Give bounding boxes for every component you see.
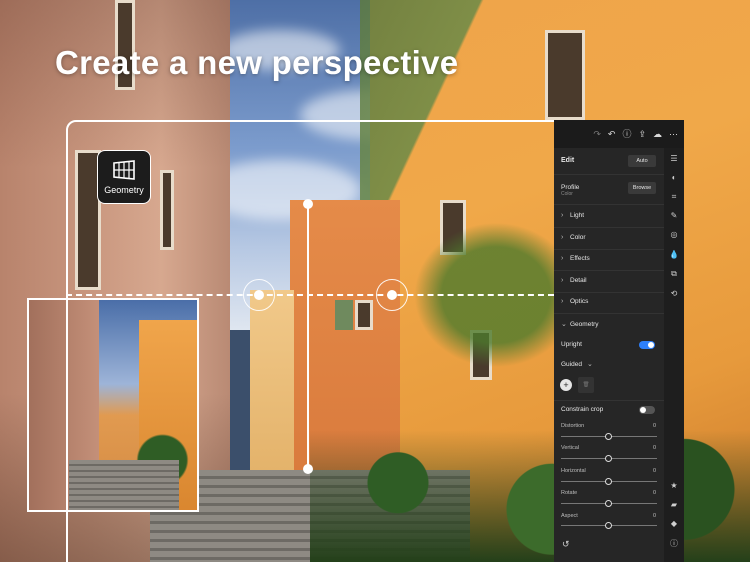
star-icon[interactable]: ★ xyxy=(666,481,682,490)
guide-handle[interactable] xyxy=(303,199,313,209)
chevron-right-icon: › xyxy=(561,234,564,241)
slider-thumb[interactable] xyxy=(605,522,612,529)
vertical-guide[interactable] xyxy=(307,203,309,469)
chevron-down-icon: ⌄ xyxy=(586,361,593,368)
heal-icon[interactable]: 💧 xyxy=(666,250,682,259)
guide-handle[interactable] xyxy=(303,464,313,474)
upright-mode-select[interactable]: Guided ⌄ xyxy=(561,360,658,369)
geometry-badge-label: Geometry xyxy=(104,185,144,195)
geometry-grid-icon xyxy=(113,160,135,180)
upright-label: Upright xyxy=(561,341,582,348)
slider-thumb[interactable] xyxy=(605,478,612,485)
chevron-right-icon: › xyxy=(561,277,564,284)
section-color[interactable]: › Color xyxy=(561,234,658,241)
chevron-right-icon: › xyxy=(561,298,564,305)
profile-value: Color xyxy=(561,191,573,197)
horizontal-guide[interactable] xyxy=(66,294,554,296)
section-detail[interactable]: › Detail xyxy=(561,277,658,284)
crop-icon[interactable]: ⌗ xyxy=(666,192,682,202)
profile-label: Profile xyxy=(561,184,580,191)
guide-handle[interactable] xyxy=(254,290,264,300)
share-icon[interactable]: ⇪ xyxy=(638,129,646,139)
history-icon[interactable]: ⟲ xyxy=(666,289,682,298)
constrain-crop-toggle[interactable] xyxy=(639,406,655,414)
more-icon[interactable]: ⋯ xyxy=(669,129,678,139)
section-light[interactable]: › Light xyxy=(561,212,658,219)
radial-icon[interactable]: ◎ xyxy=(666,230,682,239)
cloud-icon[interactable]: ☁ xyxy=(653,129,662,139)
upright-mode-value: Guided xyxy=(561,360,582,368)
sliders-icon[interactable]: ☰ xyxy=(666,154,682,163)
brush-icon[interactable]: ✎ xyxy=(666,211,682,220)
upright-toggle[interactable] xyxy=(639,341,655,349)
edit-panel-content: Edit Auto Profile Color Browse › Light ›… xyxy=(554,148,664,562)
auto-button[interactable]: Auto xyxy=(628,155,656,167)
tag-icon[interactable]: ◆ xyxy=(666,519,682,528)
section-geometry[interactable]: ⌄ Geometry xyxy=(561,320,658,329)
browse-button[interactable]: Browse xyxy=(628,182,656,194)
comment-icon[interactable]: ▰ xyxy=(666,500,682,509)
delete-guide-button[interactable]: 🗑 xyxy=(578,377,594,393)
chevron-right-icon: › xyxy=(561,255,564,262)
panel-title: Edit xyxy=(561,157,575,164)
slider-thumb[interactable] xyxy=(605,433,612,440)
undo-icon[interactable]: ↶ xyxy=(608,129,616,139)
constrain-crop-label: Constrain crop xyxy=(561,406,604,413)
circle-half-icon[interactable]: ◐ xyxy=(666,173,682,182)
section-optics[interactable]: › Optics xyxy=(561,298,658,305)
add-guide-button[interactable]: + xyxy=(560,379,572,391)
slider-thumb[interactable] xyxy=(605,455,612,462)
help-icon[interactable]: ⓘ xyxy=(622,129,631,139)
info-icon[interactable]: ⓘ xyxy=(666,538,682,549)
plus-icon: + xyxy=(563,380,569,390)
chevron-right-icon: › xyxy=(561,212,564,219)
reset-icon[interactable]: ↺ xyxy=(562,539,570,550)
geometry-badge: Geometry xyxy=(97,150,151,204)
top-toolbar: ↷ ↶ ⓘ ⇪ ☁ ⋯ xyxy=(554,120,684,148)
chevron-down-icon: ⌄ xyxy=(561,321,567,328)
trash-icon: 🗑 xyxy=(582,382,590,388)
guide-handle[interactable] xyxy=(387,290,397,300)
redo-icon[interactable]: ↷ xyxy=(593,129,601,139)
slider-thumb[interactable] xyxy=(605,500,612,507)
section-effects[interactable]: › Effects xyxy=(561,255,658,262)
versions-icon[interactable]: ⧉ xyxy=(666,269,682,279)
headline: Create a new perspective xyxy=(55,44,459,81)
